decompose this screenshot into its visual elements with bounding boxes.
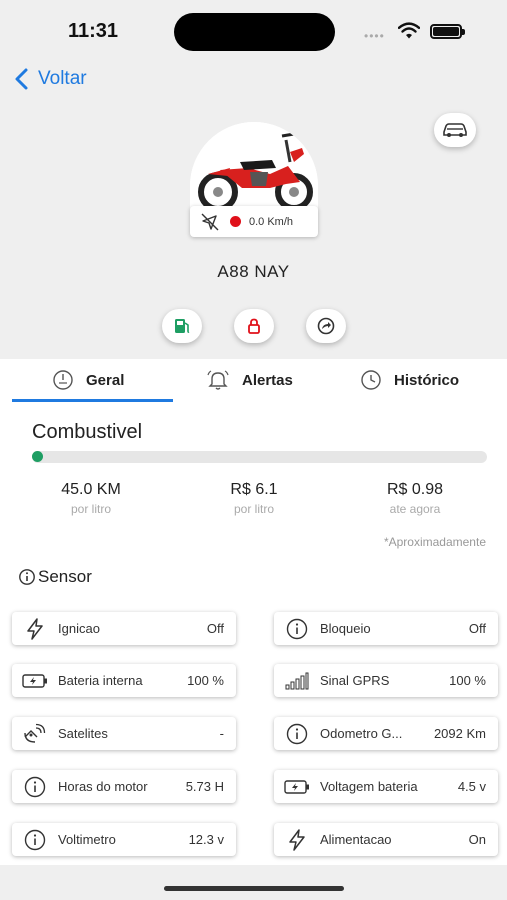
sensor-label: Voltimetro (58, 832, 116, 847)
sensor-value: 100 % (449, 673, 486, 688)
tab-bar: Geral Alertas Histórico (0, 359, 507, 403)
sensor-card-sinal-gprs: Sinal GPRS 100 % (274, 664, 498, 697)
back-button[interactable]: Voltar (12, 66, 87, 92)
tab-historico[interactable]: Histórico (360, 369, 459, 391)
battery-icon (284, 776, 310, 798)
tab-label: Alertas (242, 371, 293, 389)
satellite-icon (22, 723, 48, 745)
sensor-title: Sensor (18, 567, 92, 587)
active-tab-indicator (12, 399, 173, 402)
stat-subtitle: por litro (70, 502, 111, 516)
sensor-card-bloqueio: Bloqueio Off (274, 612, 498, 645)
sensor-label: Horas do motor (58, 779, 148, 794)
back-label: Voltar (38, 68, 87, 89)
sensor-card-horas-motor: Horas do motor 5.73 H (12, 770, 236, 803)
speed-value: 0.0 Km/h (249, 215, 294, 228)
stat-value: R$ 0.98 (386, 481, 444, 498)
vehicle-select-button[interactable] (434, 113, 476, 147)
sensor-label: Bloqueio (320, 621, 371, 636)
share-arrow-icon (317, 317, 335, 335)
sensor-label: Ignicao (58, 621, 100, 636)
sensor-value: 4.5 v (457, 779, 486, 794)
tab-label: Histórico (394, 371, 460, 389)
sensor-value: 12.3 v (188, 832, 224, 847)
fuel-level-bar (32, 451, 487, 463)
lock-button[interactable] (234, 309, 274, 343)
info-icon (22, 776, 48, 798)
stat-subtitle: por litro (233, 502, 274, 516)
status-time: 11:31 (68, 20, 119, 42)
sensor-title-label: Sensor (38, 567, 92, 586)
fuel-stat-km: 45.0 KM por litro (21, 481, 161, 516)
sensor-label: Odometro G... (320, 726, 403, 741)
tab-label: Geral (86, 371, 125, 389)
fuel-level-indicator (32, 451, 43, 462)
sensor-card-alimentacao: Alimentacao On (274, 823, 498, 856)
sensor-value: Off (206, 621, 224, 636)
bell-icon (207, 370, 229, 390)
info-icon (19, 569, 35, 585)
gps-off-icon (201, 213, 219, 230)
fuel-title: Combustivel (32, 421, 143, 443)
clock-icon (361, 370, 381, 390)
dynamic-island (174, 13, 335, 51)
approximation-note: *Aproximadamente (383, 535, 486, 549)
stat-value: R$ 6.1 (230, 481, 278, 498)
stat-subtitle: ate agora (389, 502, 441, 516)
fuel-pump-icon (175, 319, 190, 333)
gauge-icon (53, 370, 73, 390)
car-icon (443, 123, 467, 137)
fuel-button[interactable] (162, 309, 202, 343)
sensor-card-bateria-interna: Bateria interna 100 % (12, 664, 236, 697)
status-bar: 11:31 •••• (0, 0, 507, 62)
battery-status-icon (430, 24, 465, 39)
battery-icon (22, 670, 48, 692)
wifi-icon (398, 22, 420, 39)
sensor-label: Alimentacao (320, 832, 392, 847)
stat-value: 45.0 KM (61, 481, 121, 498)
fuel-stat-price: R$ 6.1 por litro (184, 481, 324, 516)
sensor-value: 100 % (187, 673, 224, 688)
sensor-value: On (468, 832, 486, 847)
sensor-label: Satelites (58, 726, 108, 741)
lightning-icon (22, 617, 48, 640)
sensor-value: 5.73 H (185, 779, 224, 794)
chevron-left-icon (15, 68, 28, 90)
info-icon (284, 618, 310, 640)
info-icon (22, 829, 48, 851)
sensor-value: - (219, 726, 224, 741)
sensor-card-voltimetro: Voltimetro 12.3 v (12, 823, 236, 856)
status-dot (230, 216, 241, 227)
fuel-stat-cost: R$ 0.98 ate agora (345, 481, 485, 516)
lock-icon (248, 318, 260, 334)
sensor-card-voltagem-bateria: Voltagem bateria 4.5 v (274, 770, 498, 803)
sensor-card-odometro: Odometro G... 2092 Km (274, 717, 498, 750)
speed-indicator: 0.0 Km/h (190, 206, 318, 237)
vehicle-plate: A88 NAY (217, 262, 290, 281)
tab-geral[interactable]: Geral (52, 369, 124, 391)
lightning-icon (284, 828, 310, 851)
sensor-card-ignicao: Ignicao Off (12, 612, 236, 645)
details-panel: Geral Alertas Histórico Combustivel 45.0… (0, 359, 507, 865)
sensor-label: Bateria interna (58, 673, 143, 688)
tab-alertas[interactable]: Alertas (206, 369, 293, 391)
signal-bars-icon (284, 670, 310, 692)
home-indicator (164, 886, 344, 891)
sensor-label: Voltagem bateria (320, 779, 418, 794)
share-button[interactable] (306, 309, 346, 343)
info-icon (284, 723, 310, 745)
sensor-card-satelites: Satelites - (12, 717, 236, 750)
sensor-value: 2092 Km (433, 726, 486, 741)
sensor-label: Sinal GPRS (320, 673, 390, 688)
cellular-signal-icon: •••• (364, 29, 385, 43)
sensor-value: Off (468, 621, 486, 636)
